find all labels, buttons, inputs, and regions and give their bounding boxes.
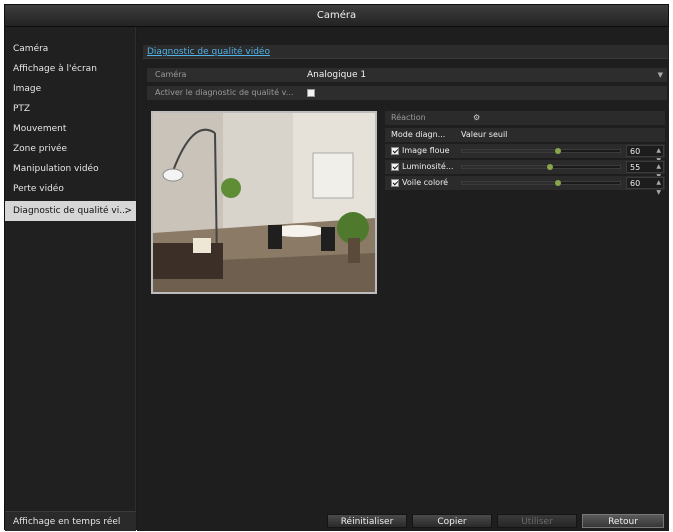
gear-icon[interactable]: ⚙ (473, 111, 480, 125)
brightness-slider[interactable] (461, 164, 621, 170)
apply-button[interactable]: Utiliser (497, 514, 577, 528)
sidebar-item-ptz[interactable]: PTZ (5, 99, 136, 119)
setting-row-brightness: Luminosité... 55 ▲▼ (385, 160, 665, 180)
brightness-label: Luminosité... (402, 162, 454, 171)
sidebar-item-osd[interactable]: Affichage à l'écran (5, 59, 136, 79)
color-cast-value: 60 (630, 179, 641, 188)
sidebar-item-motion[interactable]: Mouvement (5, 119, 136, 139)
brightness-checkbox[interactable] (391, 163, 399, 171)
diagnostic-mode-row: Mode diagn... Valeur seuil (385, 128, 665, 142)
blur-slider-handle[interactable] (555, 148, 561, 154)
sidebar-item-privacy-zone[interactable]: Zone privée (5, 139, 136, 159)
enable-diagnostic-label: Activer le diagnostic de qualité v... (155, 88, 294, 97)
brightness-value: 55 (630, 163, 641, 172)
camera-label: Caméra (155, 70, 187, 79)
tab-label: Diagnostic de qualité vidéo (147, 47, 270, 57)
setting-row-color-cast: Voile coloré 60 ▲ ▼ (385, 176, 665, 196)
sidebar-item-video-quality-diagnostic[interactable]: Diagnostic de qualité vi... > (5, 201, 136, 221)
color-cast-checkbox[interactable] (391, 179, 399, 187)
tab-video-quality-diagnostic[interactable]: Diagnostic de qualité vidéo (143, 45, 668, 59)
blur-label: Image floue (402, 146, 450, 155)
spinner-icon[interactable]: ▲▼ (656, 178, 661, 198)
camera-preview-image (151, 111, 377, 294)
color-cast-label: Voile coloré (402, 178, 449, 187)
sidebar-item-camera[interactable]: Caméra (5, 39, 136, 59)
copy-button[interactable]: Copier (412, 514, 492, 528)
blur-value-input[interactable]: 60 ▲▼ (626, 145, 664, 164)
blur-value: 60 (630, 147, 641, 156)
camera-settings-window: Caméra Caméra Affichage à l'écran Image … (4, 4, 669, 531)
main-content: Diagnostic de qualité vidéo Caméra Analo… (137, 27, 669, 531)
live-view-button[interactable]: Affichage en temps réel (5, 511, 136, 531)
sidebar-item-video-tampering[interactable]: Manipulation vidéo (5, 159, 136, 179)
camera-select[interactable]: Analogique 1 (307, 68, 366, 82)
sidebar-item-video-loss[interactable]: Perte vidéo (5, 179, 136, 199)
brightness-slider-handle[interactable] (547, 164, 553, 170)
brightness-value-input[interactable]: 55 ▲▼ (626, 161, 664, 180)
color-cast-value-input[interactable]: 60 ▲ ▼ (626, 177, 664, 196)
color-cast-slider-handle[interactable] (555, 180, 561, 186)
chevron-down-icon: ▼ (657, 71, 663, 79)
sidebar-item-image[interactable]: Image (5, 79, 136, 99)
setting-row-blur: Image floue 60 ▲▼ (385, 144, 665, 164)
blur-slider[interactable] (461, 148, 621, 154)
back-button[interactable]: Retour (582, 514, 664, 528)
reset-button[interactable]: Réinitialiser (327, 514, 407, 528)
window-title: Caméra (5, 5, 668, 27)
diagnostic-mode-value: Valeur seuil (461, 130, 508, 139)
reaction-row[interactable]: Réaction ⚙ (385, 111, 665, 125)
sidebar-item-label: Diagnostic de qualité vi... (13, 206, 128, 216)
color-cast-slider[interactable] (461, 180, 621, 186)
enable-diagnostic-checkbox[interactable] (307, 89, 315, 97)
reaction-label: Réaction (391, 113, 426, 122)
blur-checkbox[interactable] (391, 147, 399, 155)
sidebar: Caméra Affichage à l'écran Image PTZ Mou… (5, 27, 136, 531)
enable-diagnostic-row: Activer le diagnostic de qualité v... (147, 86, 667, 100)
camera-select-row[interactable]: Caméra Analogique 1 ▼ (147, 68, 667, 82)
diagnostic-mode-label: Mode diagn... (391, 130, 446, 139)
room-photo-icon (153, 113, 375, 292)
chevron-right-icon: > (124, 206, 132, 216)
